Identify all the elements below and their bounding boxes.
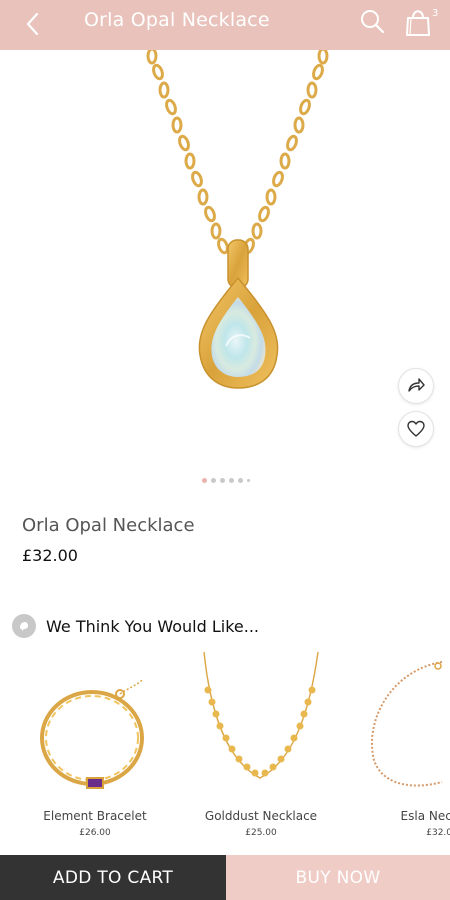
recommendation-price: £26.00 xyxy=(79,828,111,838)
recommendation-price: £32.00 xyxy=(426,828,450,838)
product-thumbnail xyxy=(40,679,144,789)
product-image-gallery[interactable] xyxy=(0,50,450,460)
search-icon[interactable] xyxy=(357,6,387,36)
product-name: Orla Opal Necklace xyxy=(22,515,195,536)
pagination-dot xyxy=(220,478,225,483)
top-app-bar: Orla Opal Necklace 3 xyxy=(0,0,450,50)
pagination-dot xyxy=(247,479,250,482)
back-arrow-icon[interactable] xyxy=(18,8,50,40)
recommendation-icon xyxy=(12,614,36,638)
page-title: Orla Opal Necklace xyxy=(84,9,270,31)
recommendations-carousel[interactable]: Element Bracelet £26.00 Golddust Necklac… xyxy=(0,650,450,850)
pagination-dot xyxy=(211,478,216,483)
pagination-dot xyxy=(238,478,243,483)
recommendation-price: £25.00 xyxy=(245,828,277,838)
product-thumbnail xyxy=(371,661,443,787)
recommendation-name: Element Bracelet xyxy=(43,809,147,823)
recommendations-title: We Think You Would Like... xyxy=(46,616,259,636)
share-button[interactable] xyxy=(398,368,434,404)
shopping-bag-icon[interactable] xyxy=(402,4,436,38)
product-price: £32.00 xyxy=(22,546,78,565)
product-thumbnail xyxy=(203,651,319,779)
heart-icon xyxy=(407,420,425,437)
share-icon xyxy=(408,378,425,392)
pagination-dot xyxy=(229,478,234,483)
bottom-action-bar: ADD TO CART BUY NOW xyxy=(0,855,450,900)
buy-now-button[interactable]: BUY NOW xyxy=(226,855,450,900)
recommendation-name: Esla Necklace xyxy=(400,809,450,823)
recommendation-card[interactable]: Golddust Necklace £25.00 xyxy=(186,650,336,850)
gallery-pagination xyxy=(202,478,250,483)
recommendations-header: We Think You Would Like... xyxy=(12,614,259,638)
product-image xyxy=(146,50,329,389)
recommendation-name: Golddust Necklace xyxy=(204,809,318,823)
pagination-dot-active xyxy=(202,478,207,483)
recommendation-card[interactable]: Esla Necklace £32.00 xyxy=(352,650,450,850)
recommendation-card[interactable]: Element Bracelet £26.00 xyxy=(20,650,170,850)
cart-count-badge: 3 xyxy=(432,8,439,19)
wishlist-button[interactable] xyxy=(398,411,434,447)
add-to-cart-button[interactable]: ADD TO CART xyxy=(0,855,226,900)
